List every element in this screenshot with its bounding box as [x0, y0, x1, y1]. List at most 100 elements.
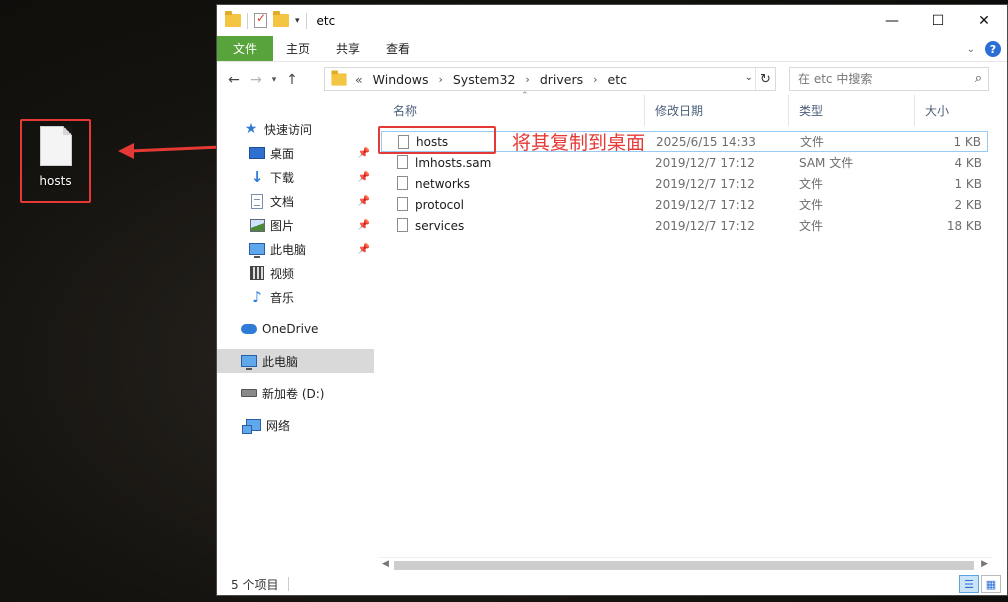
tab-home[interactable]: 主页	[273, 36, 323, 61]
forward-arrow-icon[interactable]: →	[245, 72, 267, 88]
properties-icon[interactable]	[254, 11, 267, 28]
sidebar-item-this-pc-quick[interactable]: 此电脑 📌	[217, 237, 374, 261]
sidebar-item-downloads[interactable]: ↓ 下载 📌	[217, 165, 374, 189]
sidebar-item-label: 文档	[270, 194, 295, 209]
cloud-icon	[241, 321, 257, 337]
sidebar-item-pictures[interactable]: 图片 📌	[217, 213, 374, 237]
pin-icon[interactable]: 📌	[358, 196, 370, 207]
column-header-name[interactable]: 名称 ⌃	[383, 91, 645, 126]
music-icon: ♪	[252, 288, 262, 306]
file-name: services	[415, 218, 465, 233]
desktop-icon-label: hosts	[39, 174, 72, 188]
breadcrumb-windows[interactable]: Windows	[373, 72, 429, 87]
file-type: 文件	[800, 135, 825, 149]
chevron-down-icon[interactable]: ▾	[295, 16, 300, 26]
table-row[interactable]: lmhosts.sam 2019/12/7 17:12 SAM 文件 4 KB	[381, 152, 988, 173]
navigation-pane: ★ 快速访问 桌面 📌 ↓ 下载 📌 文档 📌 图片 📌 此电脑 📌 视频 ♪ …	[217, 109, 375, 569]
column-header-size[interactable]: 大小	[915, 95, 989, 126]
document-icon	[249, 193, 265, 209]
horizontal-scrollbar[interactable]: ◀ ▶	[378, 557, 992, 572]
address-bar[interactable]: « Windows › System32 › drivers › etc ⌄ ↻	[324, 67, 776, 91]
scrollbar-thumb[interactable]	[394, 561, 974, 570]
breadcrumb-separator-icon[interactable]: ›	[438, 73, 442, 86]
breadcrumb-system32[interactable]: System32	[453, 72, 516, 87]
file-icon	[397, 218, 408, 232]
pin-icon[interactable]: 📌	[358, 244, 370, 255]
sidebar-item-drive-d[interactable]: 新加卷 (D:)	[217, 381, 374, 405]
breadcrumb-separator-icon[interactable]: ›	[593, 73, 597, 86]
expand-ribbon-icon[interactable]: ⌄	[967, 44, 975, 55]
sidebar-item-documents[interactable]: 文档 📌	[217, 189, 374, 213]
minimize-button[interactable]: —	[869, 5, 915, 36]
table-row[interactable]: services 2019/12/7 17:12 文件 18 KB	[381, 215, 988, 236]
file-icon	[397, 197, 408, 211]
scroll-right-icon[interactable]: ▶	[981, 559, 988, 569]
toolbar-divider	[305, 12, 307, 29]
breadcrumb-separator-icon[interactable]: ›	[525, 73, 529, 86]
pin-icon[interactable]: 📌	[358, 148, 370, 159]
column-header-date[interactable]: 修改日期	[645, 95, 789, 126]
sidebar-item-desktop[interactable]: 桌面 📌	[217, 141, 374, 165]
tab-file[interactable]: 文件	[217, 36, 274, 61]
item-count: 5 个项目	[231, 577, 279, 592]
sidebar-item-videos[interactable]: 视频	[217, 261, 374, 285]
back-arrow-icon[interactable]: ←	[223, 72, 245, 88]
sidebar-item-network[interactable]: 网络	[217, 413, 374, 437]
video-icon	[249, 265, 265, 281]
file-name: lmhosts.sam	[415, 155, 492, 170]
status-divider	[288, 577, 290, 591]
file-name: protocol	[415, 197, 464, 212]
file-name: networks	[415, 176, 470, 191]
picture-icon	[249, 217, 265, 233]
pin-icon[interactable]: 📌	[358, 220, 370, 231]
desktop-hosts-icon[interactable]: hosts	[20, 119, 91, 203]
file-type: 文件	[799, 219, 824, 233]
sidebar-item-this-pc[interactable]: 此电脑	[217, 349, 374, 373]
table-row[interactable]: protocol 2019/12/7 17:12 文件 2 KB	[381, 194, 988, 215]
sidebar-item-quick-access[interactable]: ★ 快速访问	[217, 117, 374, 141]
computer-icon	[249, 241, 265, 258]
help-icon[interactable]: ?	[985, 41, 1001, 57]
search-input[interactable]	[798, 72, 963, 86]
sidebar-item-label: 桌面	[270, 146, 295, 161]
breadcrumb-drivers[interactable]: drivers	[540, 72, 583, 87]
new-folder-icon[interactable]	[273, 11, 289, 27]
maximize-button[interactable]: ☐	[915, 5, 961, 36]
file-icon	[397, 155, 408, 169]
refresh-icon[interactable]: ↻	[755, 68, 775, 90]
address-history-chevron-icon[interactable]: ⌄	[745, 72, 753, 83]
recent-locations-icon[interactable]: ▾	[267, 75, 281, 85]
column-header-type[interactable]: 类型	[789, 95, 915, 126]
file-size: 18 KB	[946, 218, 982, 233]
breadcrumb-overflow[interactable]: «	[355, 72, 363, 87]
download-icon: ↓	[250, 168, 264, 186]
sidebar-item-music[interactable]: ♪ 音乐	[217, 285, 374, 309]
file-list: 名称 ⌃ 修改日期 类型 大小 hosts 2025/6/15 14:33 文件…	[377, 91, 989, 565]
file-date: 2019/12/7 17:12	[655, 218, 755, 233]
up-arrow-icon[interactable]: ↑	[281, 72, 303, 88]
file-size: 1 KB	[954, 176, 982, 191]
column-label: 类型	[799, 104, 824, 118]
highlight-box	[378, 126, 496, 154]
table-row[interactable]: networks 2019/12/7 17:12 文件 1 KB	[381, 173, 988, 194]
close-button[interactable]: ✕	[961, 5, 1007, 36]
breadcrumb-etc[interactable]: etc	[608, 72, 627, 87]
file-date: 2019/12/7 17:12	[655, 176, 755, 191]
column-label: 大小	[925, 104, 950, 118]
title-bar: ▾ etc — ☐ ✕	[217, 5, 1007, 36]
tab-share[interactable]: 共享	[323, 36, 373, 61]
tab-view[interactable]: 查看	[373, 36, 423, 61]
sidebar-item-onedrive[interactable]: OneDrive	[217, 317, 374, 341]
file-size: 1 KB	[953, 134, 981, 149]
file-type: 文件	[799, 177, 824, 191]
large-icons-view-icon[interactable]: ▦	[981, 575, 1001, 593]
sidebar-item-label: 下载	[270, 170, 295, 185]
search-icon[interactable]: ⌕	[975, 71, 982, 86]
file-size: 2 KB	[954, 197, 982, 212]
details-view-icon[interactable]: ☰	[959, 575, 979, 593]
scroll-left-icon[interactable]: ◀	[382, 559, 389, 569]
sidebar-item-label: 快速访问	[264, 122, 313, 137]
pin-icon[interactable]: 📌	[358, 172, 370, 183]
address-row: ← → ▾ ↑ « Windows › System32 › drivers ›…	[217, 66, 1007, 93]
file-size: 4 KB	[954, 155, 982, 170]
